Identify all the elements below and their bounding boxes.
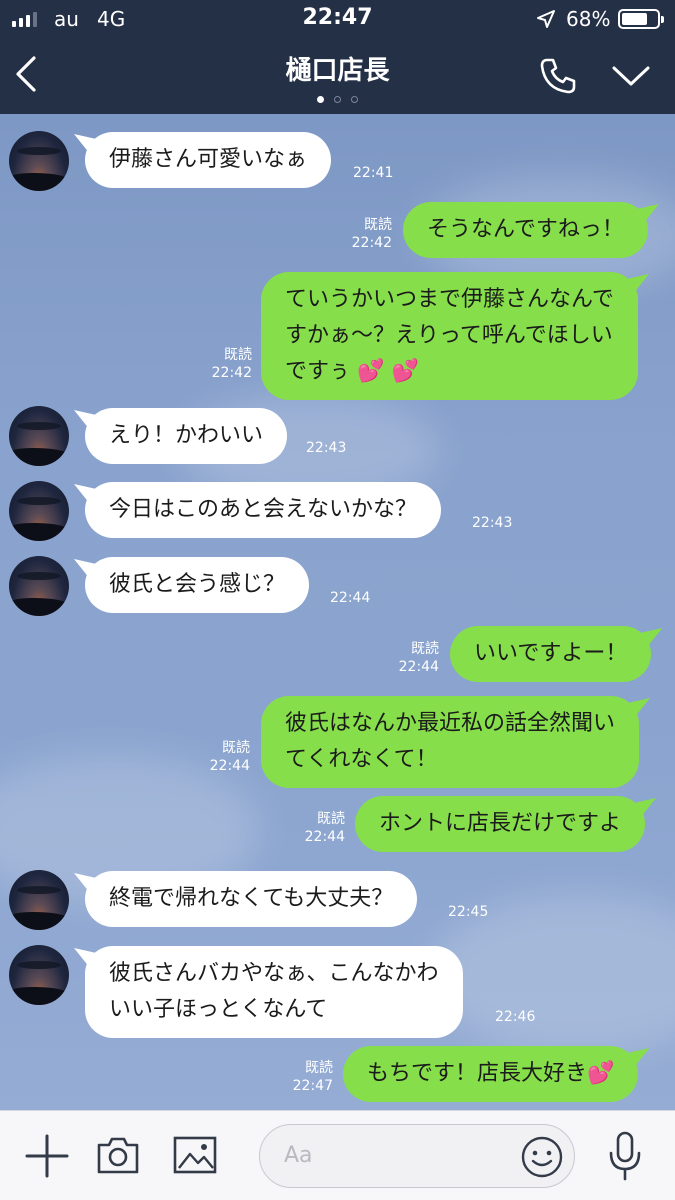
hearts-emoji: 💕	[587, 1061, 615, 1086]
read-label: 既読	[305, 1060, 333, 1076]
incoming-message[interactable]: 彼氏さんバカやなぁ、こんなかわ いい子ほっとくなんて	[85, 946, 463, 1038]
chat-header: 樋口店長	[0, 38, 675, 114]
message-time: 22:45	[448, 904, 489, 920]
smiley-icon[interactable]	[520, 1135, 564, 1179]
read-receipt: 既読 22:44	[198, 739, 250, 775]
outgoing-message[interactable]: いいですよー！	[450, 626, 652, 682]
camera-icon[interactable]	[96, 1135, 140, 1175]
outgoing-message[interactable]: もちです！店長大好き💕	[343, 1046, 639, 1102]
incoming-message[interactable]: 今日はこのあと会えないかな？	[85, 482, 442, 538]
read-receipt: 既読 22:42	[340, 216, 392, 252]
read-receipt: 既読 22:44	[387, 640, 439, 676]
read-label: 既読	[224, 347, 252, 363]
message-text: 彼氏さんバカやなぁ、こんなかわ	[109, 961, 439, 986]
read-label: 既読	[317, 811, 345, 827]
message-text: えり！かわいい	[109, 423, 264, 448]
hearts-emoji: 💕 💕	[357, 359, 420, 384]
incoming-message[interactable]: 伊藤さん可愛いなぁ	[85, 132, 332, 188]
message-time: 22:44	[398, 659, 439, 675]
phone-icon[interactable]	[538, 56, 578, 96]
message-text: いいですよー！	[474, 641, 628, 666]
outgoing-message[interactable]: 彼氏はなんか最近私の話全然聞い てくれなくて！	[261, 696, 640, 788]
battery-percent: 68%	[566, 7, 611, 31]
message-text: 伊藤さん可愛いなぁ	[109, 147, 308, 172]
page-dot	[351, 96, 358, 103]
message-time: 22:43	[472, 515, 513, 531]
page-indicator	[0, 96, 675, 103]
message-text: そうなんですねっ！	[427, 217, 624, 242]
message-text: 彼氏と会う感じ？	[109, 572, 286, 597]
message-text: すかぁ〜？えりって呼んでほしい	[285, 323, 613, 348]
message-time: 22:47	[292, 1078, 333, 1094]
plus-icon[interactable]	[25, 1134, 69, 1178]
message-time: 22:42	[211, 365, 252, 381]
contact-avatar[interactable]	[9, 481, 69, 541]
message-text: 彼氏はなんか最近私の話全然聞い	[285, 711, 616, 736]
message-text: 終電で帰れなくても大丈夫？	[109, 886, 394, 911]
read-label: 既読	[222, 740, 250, 756]
message-time: 22:44	[304, 829, 345, 845]
message-text: もちです！店長大好き	[367, 1061, 588, 1086]
message-time: 22:46	[495, 1009, 536, 1025]
message-time: 22:43	[306, 440, 347, 456]
outgoing-message[interactable]: ホントに店長だけですよ	[355, 796, 646, 852]
incoming-message[interactable]: 終電で帰れなくても大丈夫？	[85, 871, 418, 927]
input-placeholder: Aa	[284, 1143, 313, 1168]
outgoing-message[interactable]: ていうかいつまで伊藤さんなんで すかぁ〜？えりって呼んでほしい ですぅ 💕 💕	[261, 272, 638, 400]
battery-icon	[618, 9, 664, 29]
chevron-down-icon[interactable]	[610, 60, 652, 90]
message-text: ホントに店長だけですよ	[379, 811, 622, 836]
incoming-message[interactable]: 彼氏と会う感じ？	[85, 557, 310, 613]
location-arrow-icon	[537, 10, 555, 28]
page-dot	[334, 96, 341, 103]
read-label: 既読	[364, 217, 392, 233]
contact-avatar[interactable]	[9, 870, 69, 930]
message-input[interactable]: Aa	[259, 1124, 575, 1188]
page-dot	[317, 96, 324, 103]
message-input-bar: Aa	[0, 1110, 675, 1200]
chat-area[interactable]: 伊藤さん可愛いなぁ 22:41 既読 22:42 そうなんですねっ！ 既読 22…	[0, 114, 675, 1110]
message-time: 22:44	[209, 758, 250, 774]
contact-avatar[interactable]	[9, 406, 69, 466]
contact-avatar[interactable]	[9, 556, 69, 616]
outgoing-message[interactable]: そうなんですねっ！	[403, 202, 648, 258]
image-icon[interactable]	[173, 1136, 217, 1174]
message-text: いい子ほっとくなんて	[109, 997, 328, 1022]
message-time: 22:42	[351, 235, 392, 251]
message-time: 22:44	[330, 590, 371, 606]
status-bar: au 4G 22:47 68%	[0, 0, 675, 38]
read-receipt: 既読 22:42	[200, 346, 252, 382]
message-text: ていうかいつまで伊藤さんなんで	[285, 287, 614, 312]
contact-avatar[interactable]	[9, 945, 69, 1005]
microphone-icon[interactable]	[607, 1131, 643, 1183]
read-label: 既読	[411, 641, 439, 657]
message-text: てくれなくて！	[285, 747, 438, 772]
message-time: 22:41	[353, 165, 394, 181]
read-receipt: 既読 22:47	[281, 1059, 333, 1095]
message-text: ですぅ	[285, 359, 351, 384]
read-receipt: 既読 22:44	[293, 810, 345, 846]
contact-avatar[interactable]	[9, 131, 69, 191]
incoming-message[interactable]: えり！かわいい	[85, 408, 288, 464]
message-text: 今日はこのあと会えないかな？	[109, 497, 418, 522]
